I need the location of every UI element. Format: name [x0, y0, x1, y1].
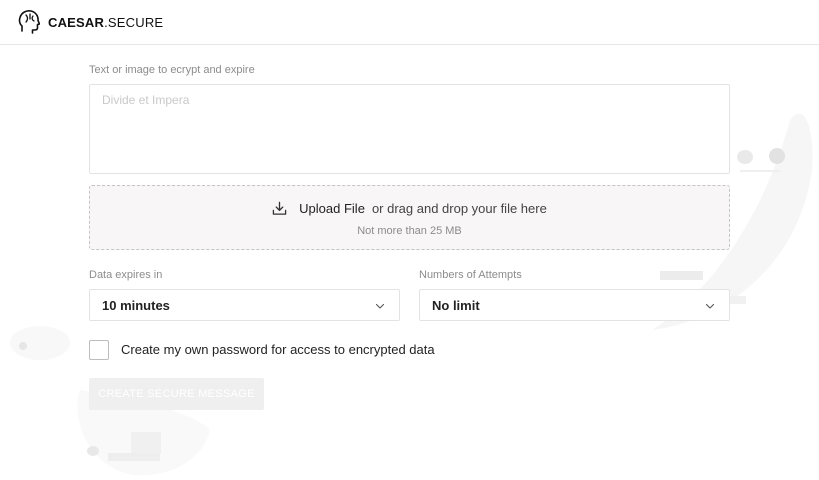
- attempts-select[interactable]: No limit: [419, 289, 730, 321]
- file-dropzone[interactable]: Upload File or drag and drop your file h…: [89, 185, 730, 250]
- upload-file-link[interactable]: Upload File: [299, 201, 365, 216]
- file-size-limit: Not more than 25 MB: [357, 225, 462, 237]
- drag-drop-hint: or drag and drop your file here: [371, 201, 547, 216]
- expires-label: Data expires in: [89, 269, 163, 281]
- chevron-down-icon: [705, 303, 715, 309]
- text-field-label: Text or image to ecrypt and expire: [89, 64, 255, 76]
- app-header: CAESAR.SECURE: [0, 0, 819, 45]
- download-icon: [272, 201, 287, 215]
- helmet-head-icon: [18, 9, 40, 34]
- attempts-label: Numbers of Attempts: [419, 269, 522, 281]
- chevron-down-icon: [375, 303, 385, 309]
- custom-password-label[interactable]: Create my own password for access to enc…: [121, 342, 435, 357]
- secret-text-input[interactable]: [89, 84, 730, 174]
- custom-password-checkbox[interactable]: [89, 340, 109, 360]
- brand-light: .SECURE: [104, 14, 164, 30]
- brand-name[interactable]: CAESAR.SECURE: [48, 15, 163, 30]
- expires-value: 10 minutes: [102, 298, 170, 313]
- attempts-value: No limit: [432, 298, 480, 313]
- create-secure-message-button[interactable]: CREATE SECURE MESSAGE: [89, 378, 264, 410]
- brand-bold: CAESAR: [48, 14, 105, 30]
- expires-select[interactable]: 10 minutes: [89, 289, 400, 321]
